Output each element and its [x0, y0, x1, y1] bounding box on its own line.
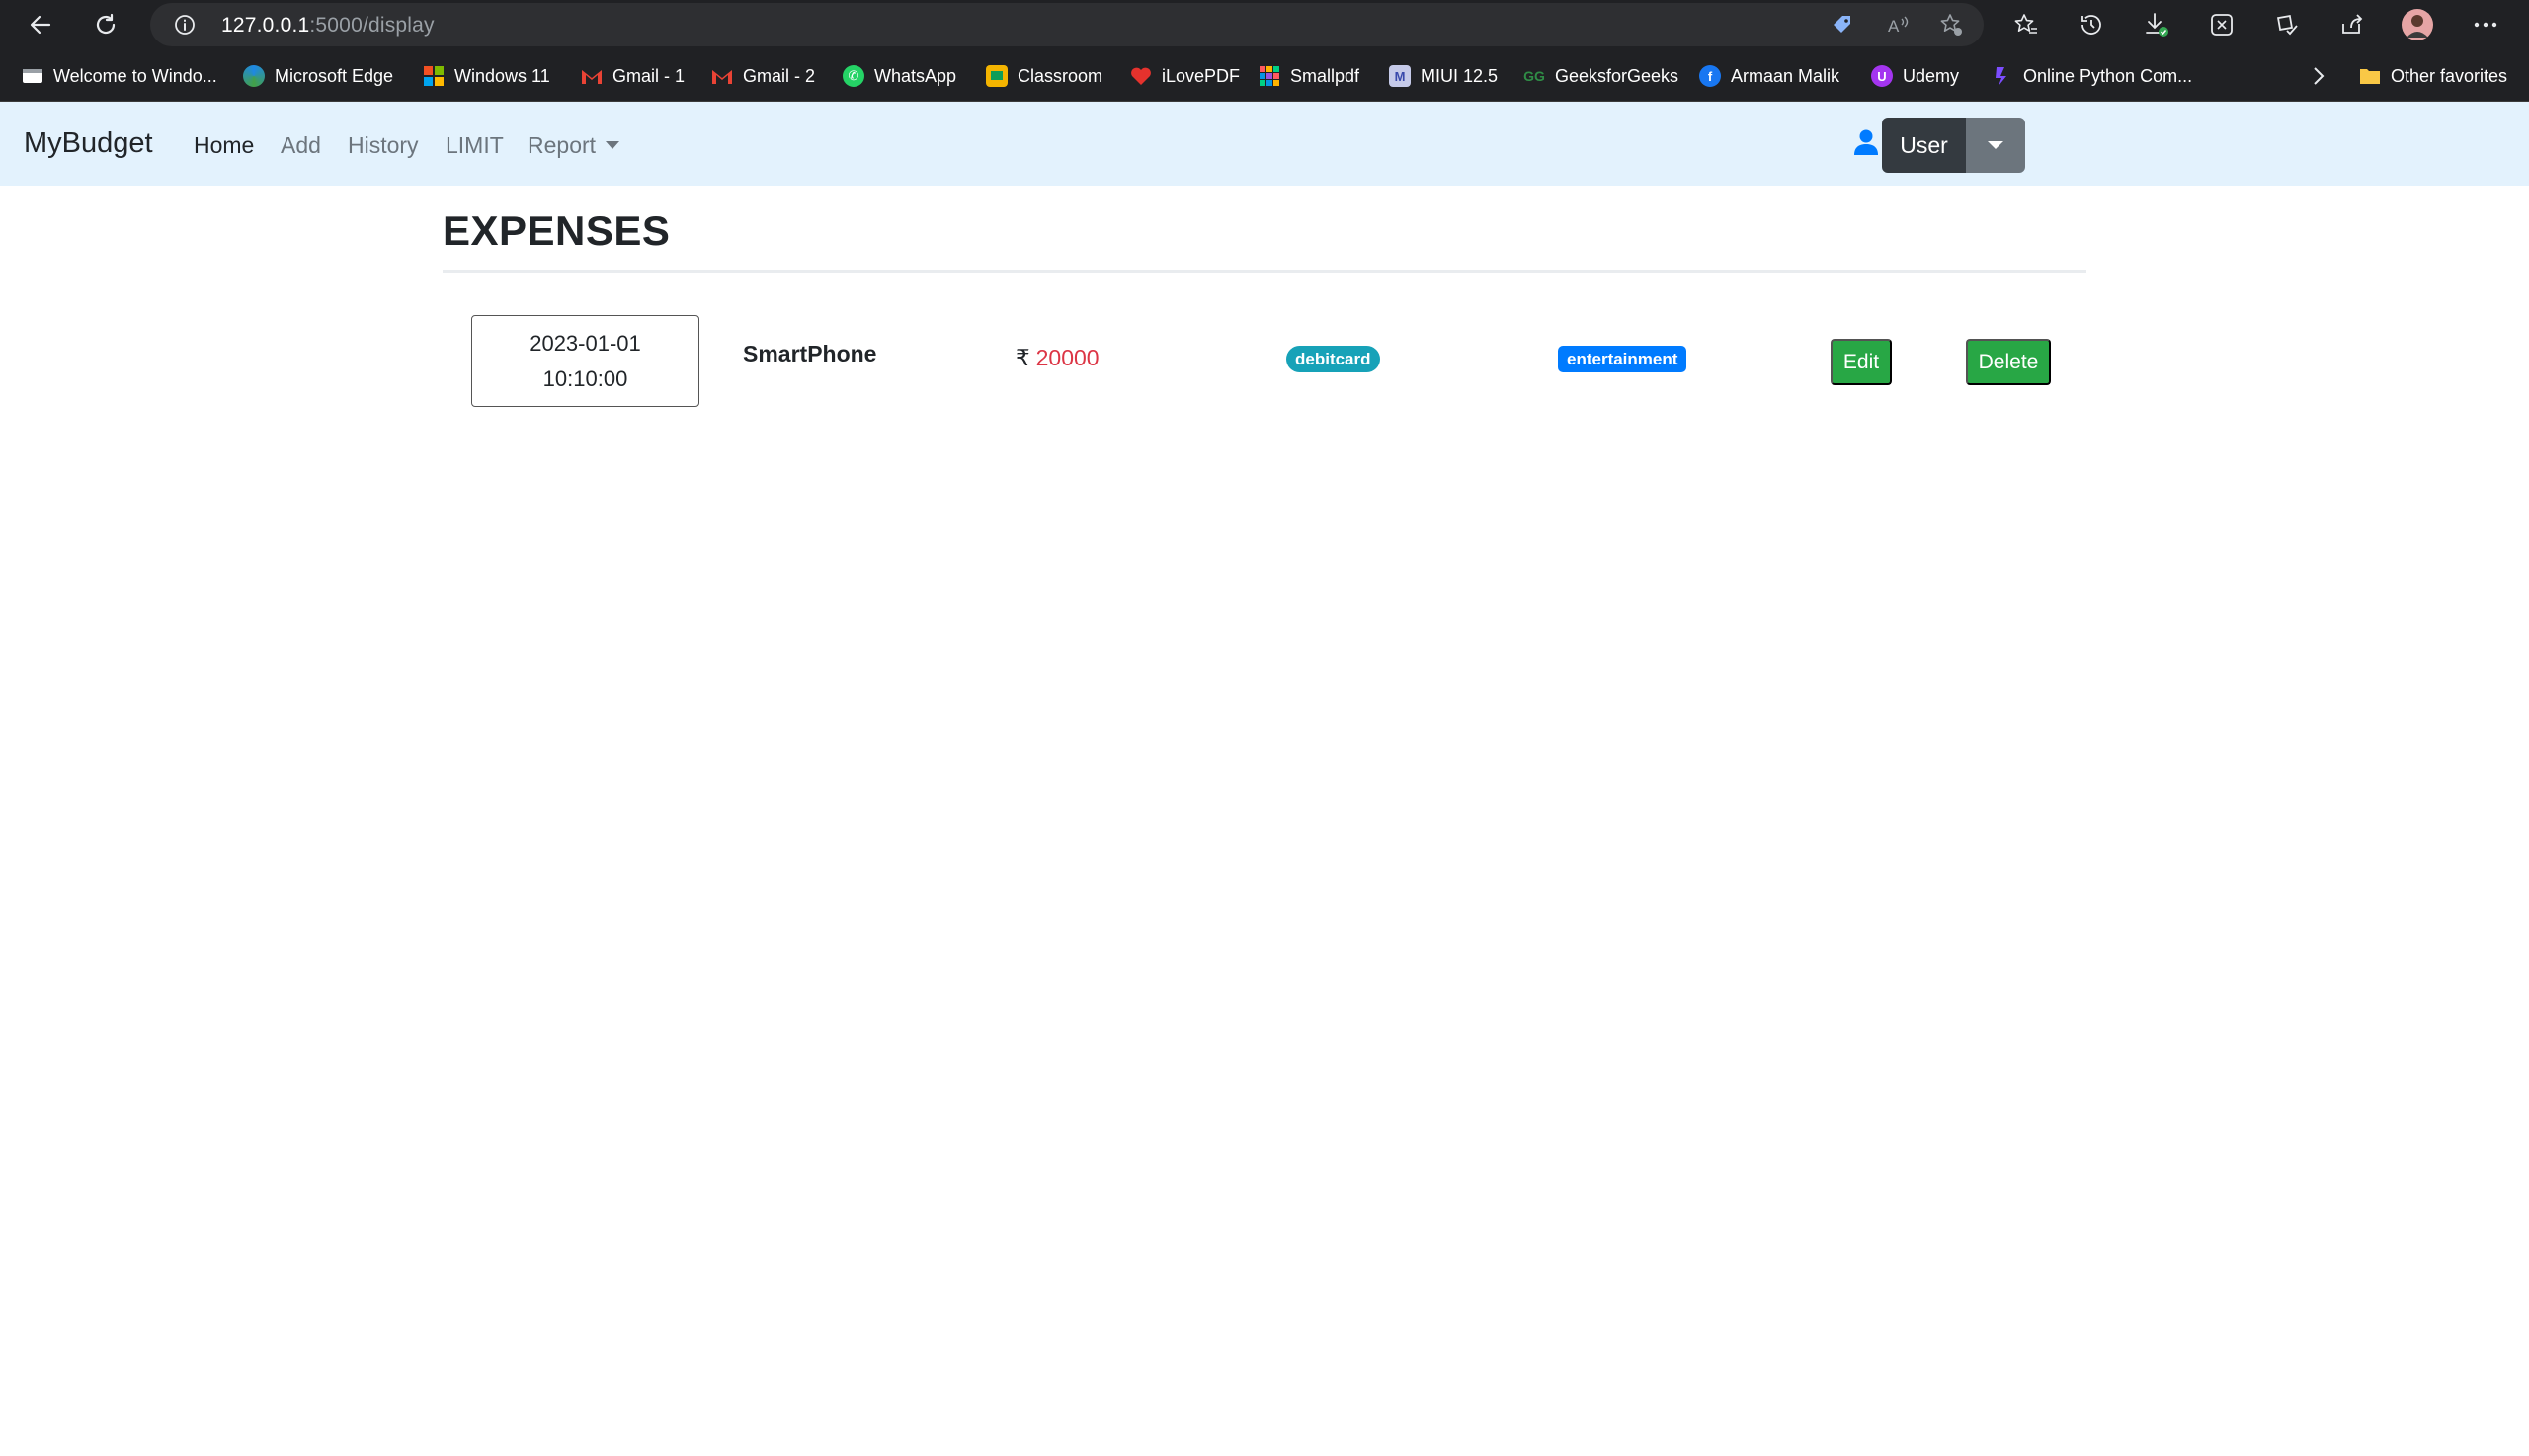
- amount-value: 20000: [1035, 345, 1100, 370]
- expense-amount: ₹20000: [1016, 345, 1100, 371]
- bookmark-item[interactable]: U Udemy: [1871, 61, 1959, 91]
- bookmark-item[interactable]: Microsoft Edge: [243, 61, 393, 91]
- address-bar[interactable]: 127.0.0.1:5000/display A: [150, 3, 1984, 46]
- brand-link[interactable]: MyBudget: [24, 127, 153, 160]
- gmail-icon: [711, 65, 733, 87]
- python-compiler-icon: [1992, 65, 2013, 87]
- downloads-icon[interactable]: [2138, 6, 2175, 43]
- collections-icon[interactable]: [2268, 6, 2306, 43]
- bookmark-label: Smallpdf: [1290, 65, 1360, 86]
- nav-limit[interactable]: LIMIT: [446, 132, 504, 159]
- math-solver-icon[interactable]: [2203, 6, 2241, 43]
- bookmark-item[interactable]: Classroom: [986, 61, 1102, 91]
- miui-icon: M: [1389, 65, 1411, 87]
- udemy-icon: U: [1871, 65, 1893, 87]
- bookmarks-overflow-button[interactable]: [2312, 61, 2325, 91]
- bookmark-label: Windows 11: [454, 65, 550, 86]
- profile-avatar[interactable]: [2399, 6, 2436, 43]
- bookmark-label: Online Python Com...: [2023, 65, 2193, 86]
- expense-date-box: 2023-01-01 10:10:00: [471, 315, 699, 407]
- share-icon[interactable]: [2333, 6, 2371, 43]
- bookmark-item[interactable]: GG GeeksforGeeks: [1523, 61, 1678, 91]
- nav-history[interactable]: History: [348, 132, 419, 159]
- url-host: 127.0.0.1: [221, 14, 310, 37]
- browser-toolbar: 127.0.0.1:5000/display A: [0, 0, 2529, 49]
- edge-icon: [243, 65, 265, 87]
- url-text[interactable]: 127.0.0.1:5000/display: [221, 14, 435, 38]
- bookmark-label: Gmail - 1: [612, 65, 686, 86]
- geeksforgeeks-icon: GG: [1523, 68, 1545, 84]
- back-button[interactable]: [22, 6, 59, 43]
- bookmark-label: Classroom: [1018, 65, 1103, 86]
- back-arrow-icon: [30, 15, 51, 35]
- bookmarks-bar: Welcome to Windo... Microsoft Edge Windo…: [0, 49, 2529, 102]
- bookmark-label: Armaan Malik: [1731, 65, 1840, 86]
- bookmark-label: WhatsApp: [874, 65, 957, 86]
- expense-date: 2023-01-01: [530, 330, 641, 356]
- price-tag-icon[interactable]: [1824, 6, 1861, 43]
- bookmark-item[interactable]: f Armaan Malik: [1699, 61, 1839, 91]
- bookmark-label: Udemy: [1903, 65, 1960, 86]
- add-favorite-icon[interactable]: [1932, 6, 1970, 43]
- caret-down-icon: [606, 141, 620, 149]
- caret-down-icon: [1988, 141, 2003, 149]
- reload-button[interactable]: [87, 6, 124, 43]
- bookmark-label: Microsoft Edge: [275, 65, 394, 86]
- page-title: EXPENSES: [443, 207, 671, 254]
- bookmark-item[interactable]: Welcome to Windo...: [22, 61, 217, 91]
- folder-icon: [2359, 65, 2381, 87]
- read-aloud-icon[interactable]: A: [1881, 6, 1918, 43]
- facebook-icon: f: [1699, 65, 1721, 87]
- favorites-icon[interactable]: [2007, 6, 2045, 43]
- bookmark-label: MIUI 12.5: [1421, 65, 1499, 86]
- ilovepdf-icon: [1130, 65, 1152, 87]
- bookmark-item[interactable]: Gmail - 2: [711, 61, 815, 91]
- bookmark-label: iLovePDF: [1162, 65, 1241, 86]
- bookmark-item[interactable]: ✆ WhatsApp: [843, 61, 956, 91]
- user-icon: [1854, 129, 1878, 155]
- title-divider: [443, 270, 2086, 273]
- bookmark-label: Welcome to Windo...: [53, 65, 217, 86]
- bookmark-item[interactable]: Windows 11: [423, 61, 550, 91]
- bookmark-item[interactable]: iLovePDF: [1130, 61, 1240, 91]
- bookmark-item[interactable]: Smallpdf: [1259, 61, 1359, 91]
- bookmark-item[interactable]: Gmail - 1: [581, 61, 685, 91]
- bookmark-item[interactable]: Online Python Com...: [1992, 61, 2192, 91]
- user-dropdown-toggle[interactable]: [1966, 118, 2025, 173]
- other-favorites-folder[interactable]: Other favorites: [2359, 61, 2507, 91]
- more-options-icon[interactable]: [2467, 6, 2504, 43]
- bookmark-label: Gmail - 2: [743, 65, 816, 86]
- chevron-right-icon: [2314, 67, 2325, 85]
- site-info-icon[interactable]: [174, 14, 196, 36]
- delete-button[interactable]: Delete: [1966, 339, 2051, 385]
- currency-symbol: ₹: [1016, 345, 1030, 370]
- other-favorites-label: Other favorites: [2391, 65, 2508, 86]
- nav-add[interactable]: Add: [281, 132, 321, 159]
- nav-report-label: Report: [528, 132, 597, 158]
- windows-welcome-icon: [22, 65, 43, 87]
- app-navbar: MyBudget Home Add History LIMIT Report U…: [0, 102, 2529, 186]
- reload-icon: [96, 13, 116, 35]
- windows-icon: [423, 65, 445, 87]
- gmail-icon: [581, 65, 603, 87]
- expense-time: 10:10:00: [542, 365, 628, 391]
- whatsapp-icon: ✆: [843, 65, 864, 87]
- classroom-icon: [986, 65, 1008, 87]
- payment-mode-badge: debitcard: [1286, 346, 1380, 372]
- nav-report-dropdown[interactable]: Report: [528, 132, 620, 159]
- bookmark-label: GeeksforGeeks: [1555, 65, 1679, 86]
- edit-button[interactable]: Edit: [1831, 339, 1892, 385]
- history-icon[interactable]: [2073, 6, 2110, 43]
- user-button[interactable]: User: [1882, 118, 1966, 173]
- nav-home[interactable]: Home: [194, 132, 254, 159]
- smallpdf-icon: [1259, 65, 1280, 87]
- category-badge: entertainment: [1558, 346, 1687, 372]
- svg-text:A: A: [1888, 17, 1900, 36]
- expense-name: SmartPhone: [743, 341, 877, 366]
- url-path: :5000/display: [309, 14, 435, 37]
- bookmark-item[interactable]: M MIUI 12.5: [1389, 61, 1498, 91]
